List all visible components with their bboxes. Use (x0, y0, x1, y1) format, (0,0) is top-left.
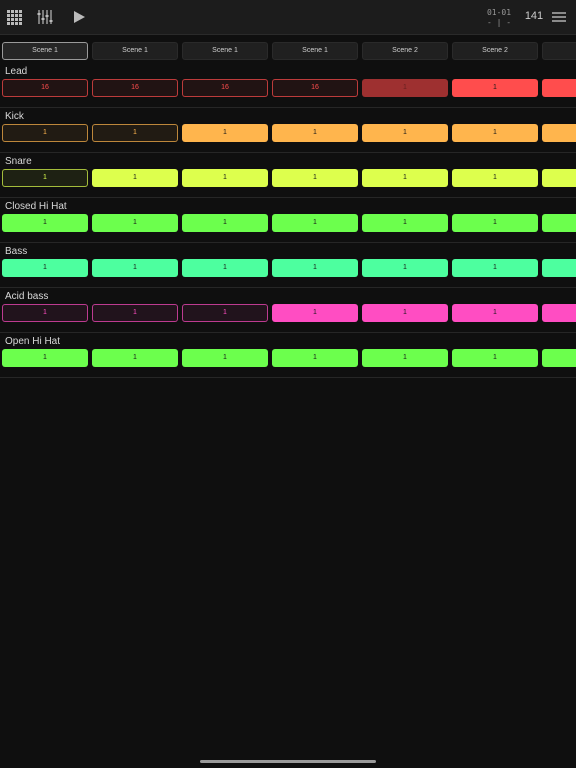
clip-slot[interactable]: 16 (92, 79, 178, 97)
clip-row: 16 16 16 16 1 1 (0, 79, 576, 99)
clip-slot[interactable]: 1 (2, 169, 88, 187)
clip-slot[interactable]: 1 (272, 169, 358, 187)
mixer-icon[interactable] (36, 8, 54, 26)
clip-row: 111111 (0, 214, 576, 234)
scene-button[interactable]: Scene 2 (452, 42, 538, 60)
clip-slot[interactable]: 1 (2, 259, 88, 277)
position-readout[interactable]: 01-01 - | - (478, 8, 520, 28)
home-indicator[interactable] (200, 760, 376, 763)
clip-slot[interactable]: 1 (92, 169, 178, 187)
scene-button[interactable]: Scene 1 (182, 42, 268, 60)
scene-button[interactable]: Scene 1 (2, 42, 88, 60)
scene-button[interactable]: Scene 1 (92, 42, 178, 60)
clip-slot[interactable]: 1 (362, 259, 448, 277)
clip-row: 111111 (0, 304, 576, 324)
clip-slot[interactable] (542, 259, 576, 277)
clip-slot[interactable]: 1 (362, 349, 448, 367)
clip-slot[interactable]: 1 (92, 349, 178, 367)
track-name[interactable]: Acid bass (5, 291, 48, 302)
clip-slot[interactable]: 1 (362, 124, 448, 142)
clip-slot[interactable]: 1 (362, 304, 448, 322)
track-name[interactable]: Open Hi Hat (5, 336, 60, 347)
clip-slot[interactable]: 1 (182, 169, 268, 187)
clip-slot[interactable]: 1 (452, 349, 538, 367)
track-name[interactable]: Bass (5, 246, 27, 257)
track-row: Kick 1 1 1 1 1 1 (0, 107, 576, 153)
clip-slot[interactable] (542, 169, 576, 187)
track-name[interactable]: Snare (5, 156, 32, 167)
scene-button[interactable]: Scene 2 (362, 42, 448, 60)
clip-slot[interactable]: 1 (2, 124, 88, 142)
clip-slot[interactable] (542, 349, 576, 367)
position-bar-beat: 01-01 (486, 8, 512, 17)
clip-slot[interactable]: 1 (272, 304, 358, 322)
clip-slot[interactable]: 1 (362, 79, 448, 97)
clip-slot[interactable]: 1 (2, 349, 88, 367)
track-name[interactable]: Lead (5, 66, 27, 77)
clip-slot[interactable]: 1 (182, 259, 268, 277)
menu-icon[interactable] (550, 8, 568, 26)
clip-row: 111111 (0, 124, 576, 144)
clip-slot[interactable]: 1 (452, 79, 538, 97)
clip-slot[interactable]: 16 (182, 79, 268, 97)
clip-slot[interactable] (542, 79, 576, 97)
tempo-display[interactable]: 141 (522, 10, 546, 22)
clip-slot[interactable]: 1 (92, 304, 178, 322)
clip-slot[interactable]: 1 (272, 349, 358, 367)
clip-slot[interactable] (542, 214, 576, 232)
track-row: Open Hi Hat 1 1 1 1 1 1 (0, 332, 576, 378)
clip-slot[interactable]: 1 (272, 259, 358, 277)
clip-slot[interactable]: 1 (2, 304, 88, 322)
clip-slot[interactable]: 1 (452, 259, 538, 277)
track-row: Bass 1 1 1 1 1 1 (0, 242, 576, 288)
clip-slot[interactable]: 1 (362, 214, 448, 232)
clip-slot[interactable]: 1 (452, 214, 538, 232)
scene-button[interactable]: Scene 1 (272, 42, 358, 60)
track-name[interactable]: Closed Hi Hat (5, 201, 67, 212)
clip-slot[interactable]: 1 (452, 304, 538, 322)
track-name[interactable]: Kick (5, 111, 24, 122)
scene-button[interactable]: S (542, 42, 576, 60)
clip-row: 111111 (0, 259, 576, 279)
clip-row: 111111 (0, 349, 576, 369)
track-row: Snare 1 1 1 1 1 1 (0, 152, 576, 198)
clip-slot[interactable]: 16 (272, 79, 358, 97)
clip-slot[interactable]: 16 (2, 79, 88, 97)
clip-slot[interactable]: 1 (272, 124, 358, 142)
grid-icon[interactable] (6, 8, 24, 26)
clip-slot[interactable]: 1 (182, 214, 268, 232)
clip-slot[interactable]: 1 (92, 259, 178, 277)
clip-slot[interactable]: 1 (452, 169, 538, 187)
scene-row: Scene 1 Scene 1 Scene 1 Scene 1 Scene 2 Scene… (0, 42, 576, 60)
top-toolbar: 01-01 - | - 141 (0, 0, 576, 35)
clip-slot[interactable]: 1 (2, 214, 88, 232)
clip-slot[interactable]: 1 (272, 214, 358, 232)
clip-slot[interactable]: 1 (182, 124, 268, 142)
clip-slot[interactable]: 1 (452, 124, 538, 142)
clip-slot[interactable] (542, 124, 576, 142)
track-row: Acid bass 1 1 1 1 1 1 (0, 287, 576, 333)
clip-slot[interactable]: 1 (182, 304, 268, 322)
position-status: - | - (486, 18, 512, 27)
play-icon[interactable] (70, 8, 88, 26)
clip-row: 111111 (0, 169, 576, 189)
track-row: Lead 16 16 16 16 1 1 (0, 62, 576, 108)
track-row: Closed Hi Hat 1 1 1 1 1 1 (0, 197, 576, 243)
clip-slot[interactable] (542, 304, 576, 322)
clip-slot[interactable]: 1 (92, 214, 178, 232)
clip-slot[interactable]: 1 (362, 169, 448, 187)
clip-slot[interactable]: 1 (92, 124, 178, 142)
clip-slot[interactable]: 1 (182, 349, 268, 367)
